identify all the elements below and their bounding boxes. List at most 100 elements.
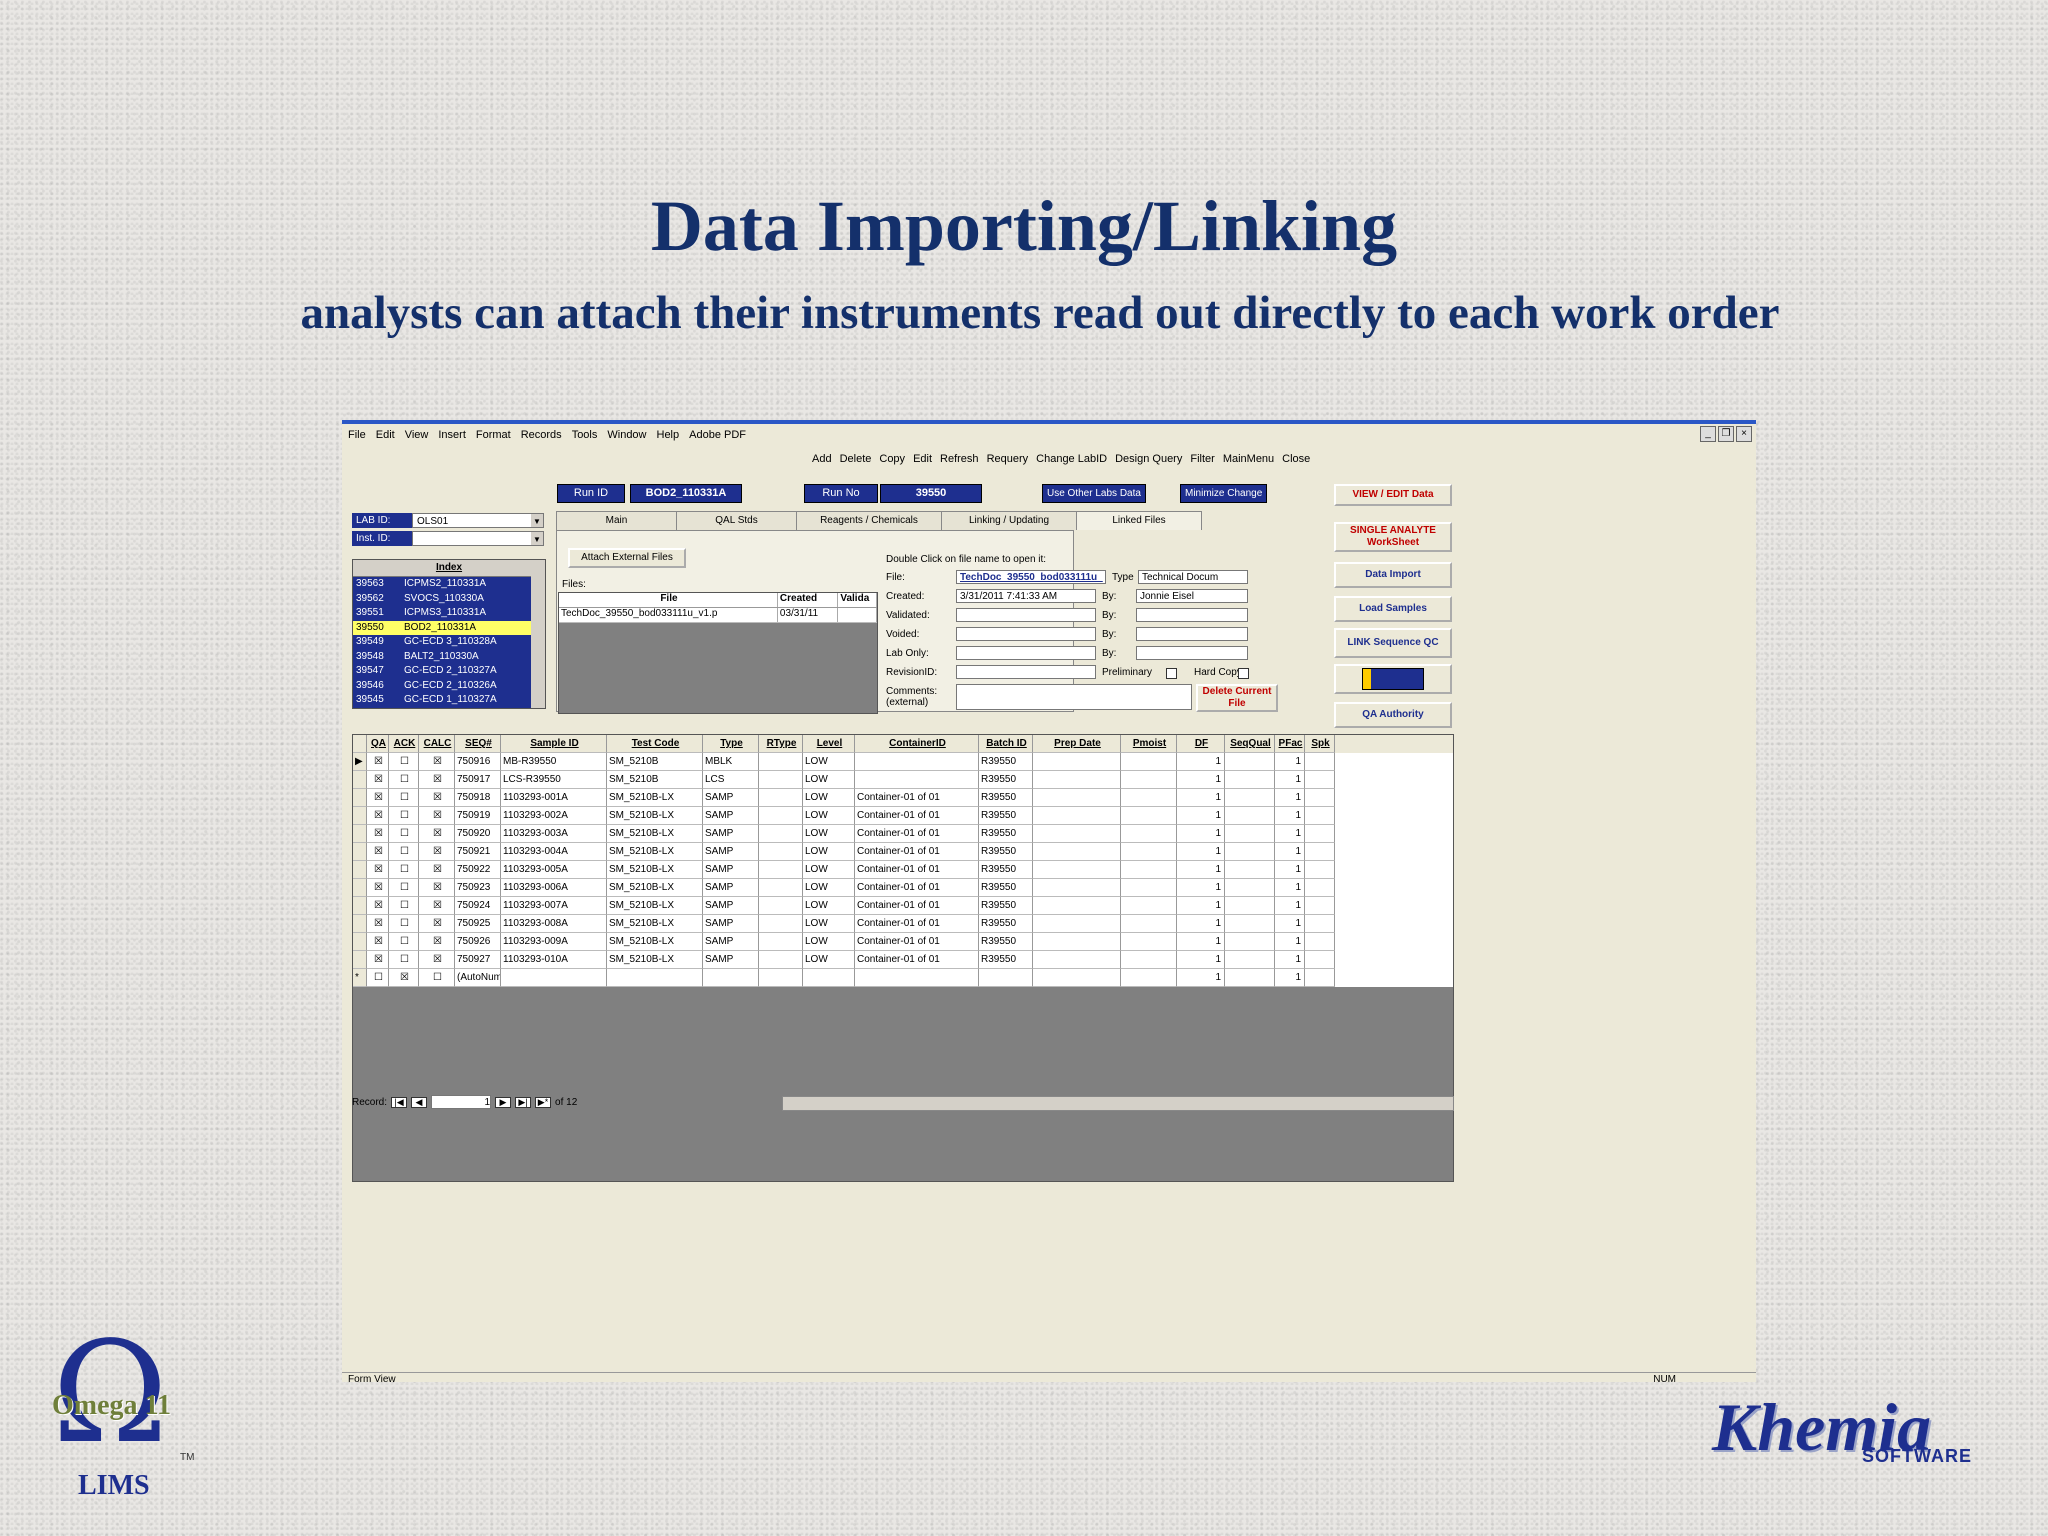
right-button-4[interactable]: LINK Sequence QC xyxy=(1334,628,1452,658)
grid-cell[interactable] xyxy=(1033,789,1121,807)
grid-cell[interactable]: 1 xyxy=(1275,933,1305,951)
grid-cell[interactable] xyxy=(1225,753,1275,771)
grid-cell[interactable]: R39550 xyxy=(979,915,1033,933)
grid-cell[interactable]: SM_5210B-LX xyxy=(607,807,703,825)
grid-col-header[interactable]: Test Code xyxy=(607,735,703,753)
grid-cell[interactable]: SM_5210B-LX xyxy=(607,879,703,897)
grid-cell[interactable] xyxy=(1305,879,1335,897)
grid-cell[interactable]: SM_5210B-LX xyxy=(607,951,703,969)
grid-col-header[interactable]: DF xyxy=(1177,735,1225,753)
grid-cell[interactable]: LOW xyxy=(803,915,855,933)
table-row[interactable]: ☒ ☐ ☒ 750919 1103293-002A SM_5210B-LX SAMP LOW C… xyxy=(353,807,1453,825)
file-row[interactable]: TechDoc_39550_bod033111u_v1.p 03/31/11 xyxy=(559,608,877,623)
grid-checkbox[interactable]: ☒ xyxy=(367,771,389,789)
grid-cell[interactable]: 1103293-006A xyxy=(501,879,607,897)
grid-checkbox[interactable]: ☐ xyxy=(389,861,419,879)
grid-cell[interactable]: LOW xyxy=(803,825,855,843)
grid-cell[interactable]: R39550 xyxy=(979,771,1033,789)
grid-cell[interactable] xyxy=(1305,897,1335,915)
tab-3[interactable]: Linking / Updating xyxy=(941,511,1077,530)
grid-cell[interactable] xyxy=(855,771,979,789)
grid-cell[interactable]: R39550 xyxy=(979,807,1033,825)
grid-cell[interactable]: 1 xyxy=(1177,933,1225,951)
grid-checkbox[interactable]: ☐ xyxy=(389,915,419,933)
grid-cell[interactable]: R39550 xyxy=(979,753,1033,771)
grid-cell[interactable]: 1103293-007A xyxy=(501,897,607,915)
grid-cell[interactable] xyxy=(1305,861,1335,879)
grid-cell[interactable] xyxy=(1121,915,1177,933)
lab-id-combo[interactable]: OLS01 ▼ xyxy=(412,513,544,528)
grid-checkbox[interactable]: ☒ xyxy=(419,933,455,951)
row-selector[interactable] xyxy=(353,825,367,843)
record-number-input[interactable]: 1 xyxy=(431,1095,492,1109)
index-row[interactable]: 39545 GC-ECD 1_110327A xyxy=(353,693,545,708)
grid-col-header[interactable]: ContainerID xyxy=(855,735,979,753)
grid-cell[interactable]: 1 xyxy=(1177,879,1225,897)
grid-cell[interactable]: R39550 xyxy=(979,879,1033,897)
grid-cell[interactable]: SM_5210B xyxy=(607,771,703,789)
grid-cell[interactable] xyxy=(1225,915,1275,933)
tab-2[interactable]: Reagents / Chemicals xyxy=(796,511,942,530)
grid-cell[interactable]: R39550 xyxy=(979,789,1033,807)
grid-cell[interactable] xyxy=(1033,897,1121,915)
grid-cell[interactable] xyxy=(1225,933,1275,951)
grid-cell[interactable] xyxy=(1033,753,1121,771)
grid-cell[interactable]: 1103293-001A xyxy=(501,789,607,807)
grid-cell[interactable]: Container-01 of 01 xyxy=(855,843,979,861)
grid-checkbox[interactable]: ☐ xyxy=(389,789,419,807)
grid-cell[interactable]: SAMP xyxy=(703,789,759,807)
row-selector[interactable] xyxy=(353,861,367,879)
grid-cell[interactable] xyxy=(759,879,803,897)
samples-grid[interactable]: QA ACK CALC SEQ# Sample ID Test Code Type RType… xyxy=(352,734,1454,1182)
grid-cell[interactable]: LOW xyxy=(803,771,855,789)
grid-cell[interactable]: SAMP xyxy=(703,879,759,897)
grid-col-header[interactable]: SEQ# xyxy=(455,735,501,753)
grid-cell[interactable]: Container-01 of 01 xyxy=(855,861,979,879)
validated-field[interactable] xyxy=(956,608,1096,622)
grid-cell[interactable] xyxy=(855,753,979,771)
grid-cell[interactable]: SM_5210B-LX xyxy=(607,897,703,915)
grid-checkbox[interactable]: ☒ xyxy=(367,861,389,879)
grid-cell[interactable] xyxy=(703,969,759,987)
grid-checkbox[interactable]: ☒ xyxy=(367,807,389,825)
created-field[interactable]: 3/31/2011 7:41:33 AM xyxy=(956,589,1096,603)
grid-cell[interactable] xyxy=(1121,861,1177,879)
grid-checkbox[interactable]: ☒ xyxy=(389,969,419,987)
grid-cell[interactable] xyxy=(1033,915,1121,933)
grid-cell[interactable] xyxy=(1033,807,1121,825)
grid-checkbox[interactable]: ☒ xyxy=(419,861,455,879)
toolbar-item-2[interactable]: Copy xyxy=(879,453,905,465)
right-button-2[interactable]: Data Import xyxy=(1334,562,1452,588)
grid-checkbox[interactable]: ☐ xyxy=(419,969,455,987)
grid-cell[interactable] xyxy=(759,951,803,969)
table-row[interactable]: ☒ ☐ ☒ 750918 1103293-001A SM_5210B-LX SAMP LOW C… xyxy=(353,789,1453,807)
grid-cell[interactable]: 1 xyxy=(1275,789,1305,807)
toolbar-item-6[interactable]: Change LabID xyxy=(1036,453,1107,465)
grid-cell[interactable] xyxy=(1121,951,1177,969)
index-row[interactable]: 39546 GC-ECD 2_110326A xyxy=(353,678,545,693)
grid-cell[interactable]: SAMP xyxy=(703,933,759,951)
inst-id-combo[interactable]: ▼ xyxy=(412,531,544,546)
index-row[interactable]: 39550 BOD2_110331A xyxy=(353,620,545,635)
grid-cell[interactable]: Container-01 of 01 xyxy=(855,825,979,843)
file-name[interactable]: TechDoc_39550_bod033111u_v1.p xyxy=(559,608,778,622)
grid-cell[interactable] xyxy=(1225,969,1275,987)
grid-checkbox[interactable]: ☒ xyxy=(367,933,389,951)
grid-col-header[interactable]: Spk xyxy=(1305,735,1335,753)
grid-cell[interactable]: 1 xyxy=(1275,825,1305,843)
new-record-button[interactable]: ▶* xyxy=(535,1096,552,1108)
first-record-button[interactable]: |◀ xyxy=(391,1096,408,1108)
row-selector[interactable] xyxy=(353,789,367,807)
grid-cell[interactable]: SM_5210B-LX xyxy=(607,915,703,933)
grid-cell[interactable] xyxy=(1033,879,1121,897)
grid-col-header[interactable]: PFac xyxy=(1275,735,1305,753)
grid-cell[interactable] xyxy=(1225,879,1275,897)
grid-cell[interactable] xyxy=(759,915,803,933)
prev-record-button[interactable]: ◀ xyxy=(411,1096,428,1108)
grid-cell[interactable] xyxy=(759,861,803,879)
grid-cell[interactable] xyxy=(759,807,803,825)
type-select[interactable]: Technical Docum xyxy=(1138,570,1248,584)
menu-item-5[interactable]: Records xyxy=(521,429,562,441)
grid-cell[interactable]: SAMP xyxy=(703,897,759,915)
grid-cell[interactable]: R39550 xyxy=(979,897,1033,915)
